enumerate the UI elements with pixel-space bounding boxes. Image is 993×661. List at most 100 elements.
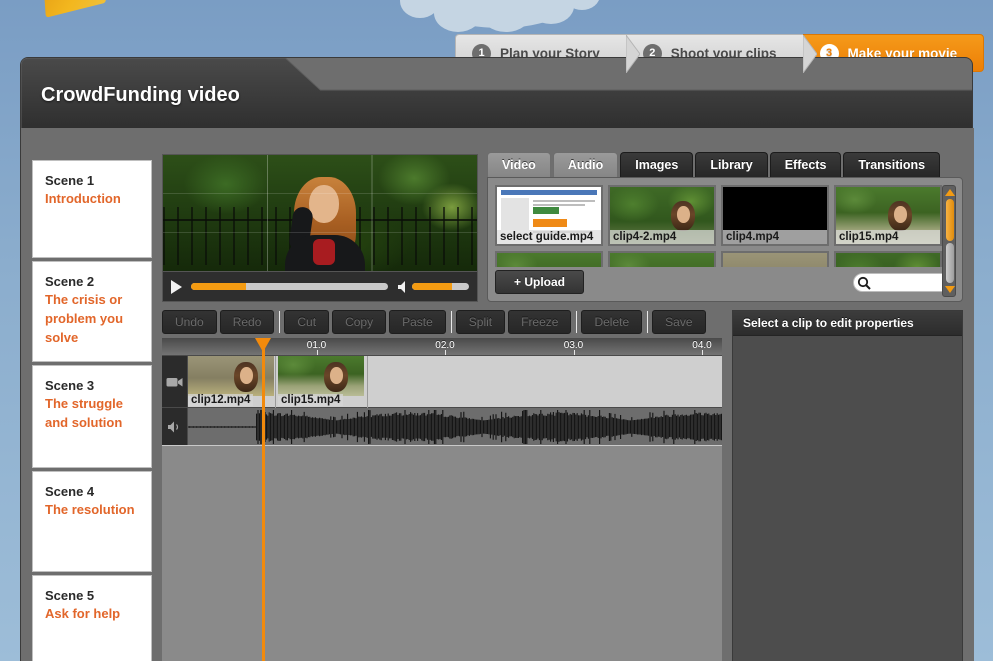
delete-button[interactable]: Delete: [581, 310, 643, 334]
split-button[interactable]: Split: [455, 310, 506, 334]
seek-bar[interactable]: [191, 283, 388, 290]
wizard-step-arrow-icon: [625, 35, 640, 73]
media-clip-item[interactable]: select guide.mp4: [495, 185, 603, 246]
player-controls: [162, 272, 478, 302]
timeline-clip-thumb: [188, 356, 274, 396]
scene-number: Scene 1: [45, 173, 95, 188]
media-clip-name: clip15.mp4: [836, 230, 940, 244]
properties-panel: Select a clip to edit properties: [732, 310, 963, 661]
ruler-tick: [316, 350, 318, 355]
thumb-art: [497, 253, 601, 267]
tab-library[interactable]: Library: [695, 152, 768, 177]
media-clip-item[interactable]: clip11.mp4: [834, 251, 942, 267]
copy-button[interactable]: Copy: [332, 310, 387, 334]
app-window: CrowdFunding video Scene 1 Introduction Sc…: [20, 57, 974, 661]
video-track-lane[interactable]: clip12.mp4 clip15.mp4: [188, 356, 722, 408]
media-clip-item[interactable]: clip12.mp4: [721, 251, 829, 267]
volume-fill: [412, 283, 452, 290]
scroll-up-icon[interactable]: [945, 189, 955, 196]
timeline-ruler[interactable]: 01.0 02.0 03.0 04.0: [162, 338, 722, 356]
media-clip-item[interactable]: clip15.mp4: [834, 185, 942, 246]
scene-sidebar: Scene 1 Introduction Scene 2 The crisis or …: [32, 160, 152, 661]
tab-effects[interactable]: Effects: [769, 152, 842, 177]
scene-card-1[interactable]: Scene 1 Introduction: [32, 160, 152, 258]
media-clip-item[interactable]: clip13.mp4: [608, 251, 716, 267]
toolbar-separator: [647, 311, 649, 333]
thumb-subject-face: [894, 206, 907, 223]
toolbar-separator: [450, 311, 452, 333]
edit-toolbar: Undo Redo Cut Copy Paste Split Freeze Delete Sav…: [162, 310, 722, 334]
freeze-button[interactable]: Freeze: [508, 310, 572, 334]
tab-transitions[interactable]: Transitions: [843, 152, 941, 177]
toolbar-separator: [576, 311, 578, 333]
thumb-subject-face: [677, 206, 690, 223]
wizard-step-arrow-icon: [802, 35, 817, 73]
thumb-art: [723, 253, 827, 267]
logo-icon: [44, 0, 106, 18]
media-clip-item[interactable]: clip4.mp4: [721, 185, 829, 246]
thumb-art: [836, 253, 940, 267]
media-clip-name: clip4.mp4: [723, 230, 827, 244]
video-track: clip12.mp4 clip15.mp4: [162, 356, 722, 408]
timeline-clip[interactable]: clip12.mp4: [188, 356, 276, 408]
video-camera-icon: [166, 377, 183, 386]
app-body: Scene 1 Introduction Scene 2 The crisis or …: [21, 128, 974, 661]
composition-grid-overlay: [163, 155, 477, 271]
scroll-down-icon[interactable]: [945, 286, 955, 293]
ruler-tick: [445, 350, 446, 355]
search-input[interactable]: [873, 276, 951, 288]
page-title: CrowdFunding video: [41, 84, 240, 106]
paste-button[interactable]: Paste: [389, 310, 446, 334]
video-track-header[interactable]: [162, 356, 188, 407]
media-clip-name: clip4-2.mp4: [610, 230, 714, 244]
scene-card-2[interactable]: Scene 2 The crisis or problem you solve: [32, 261, 152, 362]
audio-track-header[interactable]: [162, 408, 188, 445]
volume-bar[interactable]: [412, 283, 469, 290]
scrollbar-track[interactable]: [946, 243, 954, 283]
scene-number: Scene 4: [45, 484, 95, 499]
timeline[interactable]: 01.0 02.0 03.0 04.0 clip12.mp4 clip15.mp4: [162, 338, 722, 661]
play-icon[interactable]: [171, 279, 182, 294]
redo-button[interactable]: Redo: [219, 310, 275, 334]
properties-header: Select a clip to edit properties: [733, 311, 962, 336]
tab-images[interactable]: Images: [620, 152, 694, 177]
search-icon: [857, 276, 871, 290]
toolbar-separator: [279, 311, 281, 333]
media-scrollbar[interactable]: [942, 185, 956, 297]
undo-button[interactable]: Undo: [162, 310, 217, 334]
scene-description: The resolution: [45, 502, 135, 517]
scene-description: Introduction: [45, 191, 121, 206]
media-clip-item[interactable]: clip14.mp4: [495, 251, 603, 267]
audio-track: [162, 408, 722, 446]
scrollbar-thumb[interactable]: [946, 199, 954, 241]
timeline-clip[interactable]: clip15.mp4: [278, 356, 368, 408]
scene-number: Scene 3: [45, 378, 95, 393]
save-button[interactable]: Save: [652, 310, 706, 334]
timeline-empty-area[interactable]: [162, 446, 722, 661]
seek-fill: [191, 283, 247, 290]
scene-card-5[interactable]: Scene 5 Ask for help: [32, 575, 152, 661]
scene-description: The crisis or problem you solve: [45, 292, 124, 345]
scene-description: The struggle and solution: [45, 396, 124, 430]
media-clip-item[interactable]: clip4-2.mp4: [608, 185, 716, 246]
upload-row: + Upload: [495, 270, 955, 294]
scene-card-3[interactable]: Scene 3 The struggle and solution: [32, 365, 152, 468]
search-box[interactable]: [853, 272, 955, 292]
scene-card-4[interactable]: Scene 4 The resolution: [32, 471, 152, 572]
timeline-clip-thumb: [278, 356, 364, 396]
upload-button[interactable]: + Upload: [495, 270, 585, 294]
clip-grid: select guide.mp4 clip4-2.mp4 clip4.mp4 clip…: [495, 185, 942, 267]
ruler-tick: [573, 350, 575, 355]
scene-number: Scene 5: [45, 588, 95, 603]
speaker-icon[interactable]: [397, 280, 412, 294]
title-bar: CrowdFunding video: [21, 58, 972, 128]
tab-video[interactable]: Video: [487, 152, 551, 177]
thumb-art: [610, 253, 714, 267]
video-preview[interactable]: [162, 154, 478, 272]
cloud-decoration-bump: [434, 0, 482, 32]
cut-button[interactable]: Cut: [284, 310, 330, 334]
audio-track-lane[interactable]: [188, 408, 722, 445]
ruler-tick: [702, 350, 703, 355]
media-tabs: Video Audio Images Library Effects Transition…: [487, 152, 963, 177]
tab-audio[interactable]: Audio: [552, 152, 619, 177]
